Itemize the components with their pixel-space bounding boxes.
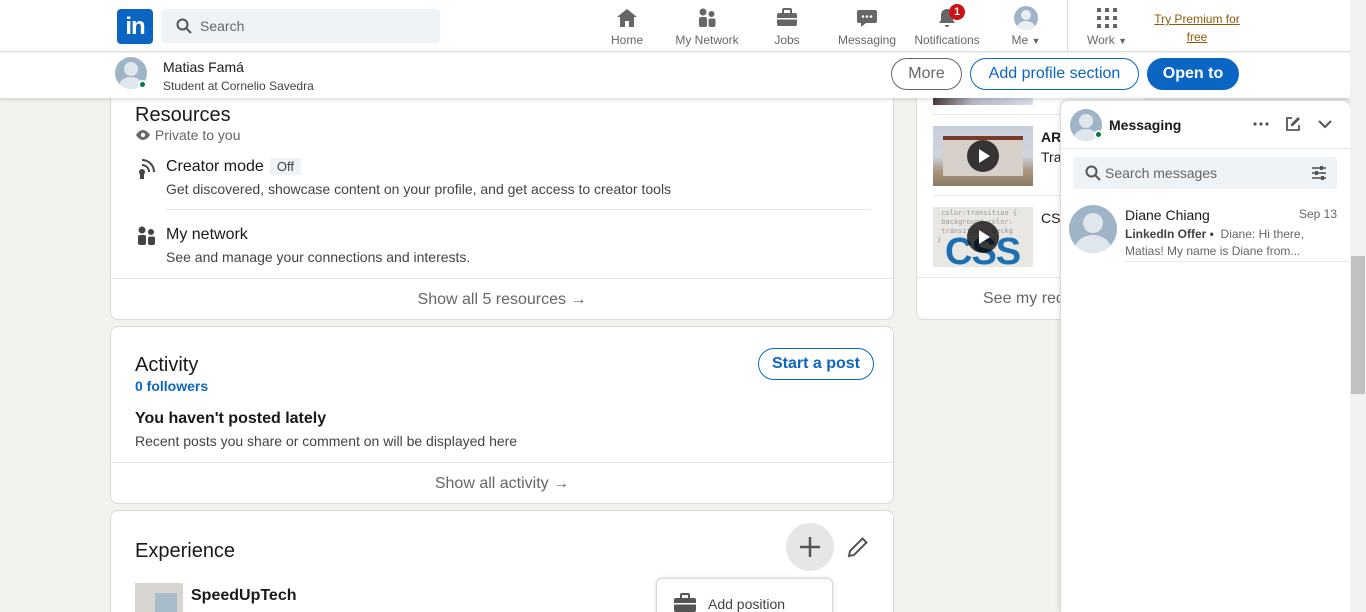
divider [1061,148,1350,149]
add-profile-section-button[interactable]: Add profile section [970,58,1139,90]
eye-icon [136,130,150,140]
avatar [1014,6,1038,30]
grid-icon [1097,8,1117,28]
messaging-title[interactable]: Messaging [1109,117,1181,133]
resources-card: Resources Private to you Creator mode Off… [110,80,894,320]
conversation-tag: LinkedIn Offer • [1125,227,1214,241]
people-icon [138,226,155,245]
briefcase-icon [777,8,797,26]
home-icon [617,9,637,27]
avatar [1069,205,1117,253]
more-options-icon[interactable] [1252,115,1270,133]
chat-icon [857,10,877,27]
empty-state-desc: Recent posts you share or comment on wil… [135,433,518,449]
online-status-icon [138,80,147,89]
profile-name: Matias Famá [163,59,244,75]
nav-my-network[interactable]: My Network [672,6,742,50]
conversation-date: Sep 13 [1298,207,1337,221]
notification-badge: 1 [949,4,965,20]
video-thumbnail[interactable] [933,126,1033,186]
status-badge: Off [269,158,301,175]
plus-icon [800,537,820,557]
nav-label: Jobs [774,33,800,47]
search-placeholder: Search messages [1105,165,1218,181]
online-status-icon [1094,130,1103,139]
company-logo [135,583,183,612]
sticky-profile-bar: Matias Famá Student at Cornelio Savedra … [0,53,1350,98]
creator-mode-desc: Get discovered, showcase content on your… [166,181,672,197]
search-icon [176,18,192,34]
show-all-resources-button[interactable]: Show all 5 resources → [111,278,893,320]
search-placeholder: Search [200,18,245,34]
nav-work[interactable]: Work ▼ [1081,6,1133,50]
broadcast-icon [139,159,155,179]
linkedin-logo-icon[interactable]: in [117,9,153,44]
conversation-preview: LinkedIn Offer • Diane: Hi there, Matias… [1125,226,1305,260]
more-button[interactable]: More [891,58,962,90]
add-position-label: Add position [708,596,786,612]
add-experience-button[interactable] [786,523,834,571]
nav-label: Home [610,33,643,47]
chevron-down-icon[interactable] [1316,115,1334,133]
caret-down-icon: ▼ [1118,36,1128,46]
people-icon [699,8,716,27]
profile-headline: Student at Cornelio Savedra [163,79,314,93]
nav-label: Work [1086,33,1115,47]
my-network-title[interactable]: My network [166,226,248,244]
nav-divider [1067,0,1068,52]
followers-link[interactable]: 0 followers [135,378,208,394]
add-position-menu-item[interactable]: Add position [656,578,833,612]
nav-label: Messaging [837,33,897,47]
try-premium-link[interactable]: Try Premium for free [1147,10,1247,46]
nav-label: Notifications [914,33,980,47]
pencil-icon[interactable] [846,535,870,559]
divider [166,209,871,210]
conversation-item[interactable]: Diane Chiang Sep 13 LinkedIn Offer • Dia… [1061,201,1350,263]
messaging-panel: Messaging Search messages Diane Chiang S… [1060,100,1351,612]
show-all-activity-button[interactable]: Show all activity → [111,462,893,504]
nav-notifications[interactable]: 1 Notifications [910,4,984,50]
my-network-desc: See and manage your connections and inte… [166,249,471,265]
play-icon [967,140,999,172]
conversation-name: Diane Chiang [1125,207,1210,223]
nav-me-label-wrap: Me ▼ [1003,33,1049,47]
section-title: Resources [135,104,231,126]
nav-home[interactable]: Home [607,6,647,50]
activity-card: Activity 0 followers Start a post You ha… [110,326,894,504]
nav-me[interactable]: Me ▼ [1003,6,1049,50]
course-title-line2: Tra [1041,149,1062,165]
nav-jobs[interactable]: Jobs [767,6,807,50]
divider [1125,261,1351,262]
nav-work-label-wrap: Work ▼ [1081,33,1133,47]
section-title: Activity [135,354,199,376]
briefcase-icon [674,593,696,612]
creator-mode-row[interactable]: Creator mode Off [166,158,301,176]
search-icon [1085,165,1101,181]
page-scrollbar-thumb[interactable] [1351,256,1365,394]
section-title: Experience [135,540,236,562]
search-input[interactable]: Search [161,9,440,43]
play-icon [967,221,999,253]
video-thumbnail[interactable]: .color-transition { background-color: tr… [933,207,1033,267]
empty-state-title: You haven't posted lately [135,410,327,427]
nav-label: Me [1011,33,1029,47]
company-name[interactable]: SpeedUpTech [191,587,297,605]
privacy-note: Private to you [135,127,241,143]
caret-down-icon: ▼ [1031,36,1041,46]
privacy-label: Private to you [154,127,241,143]
compose-icon[interactable] [1284,115,1302,133]
nav-label: My Network [675,33,739,47]
filter-icon[interactable] [1311,165,1327,181]
search-messages-input[interactable]: Search messages [1073,157,1337,189]
open-to-button[interactable]: Open to [1147,58,1239,90]
start-post-button[interactable]: Start a post [758,348,874,380]
global-nav: in Search Home My Network Jobs Messaging… [0,0,1350,52]
creator-mode-title: Creator mode [166,158,264,175]
nav-messaging[interactable]: Messaging [836,6,898,50]
